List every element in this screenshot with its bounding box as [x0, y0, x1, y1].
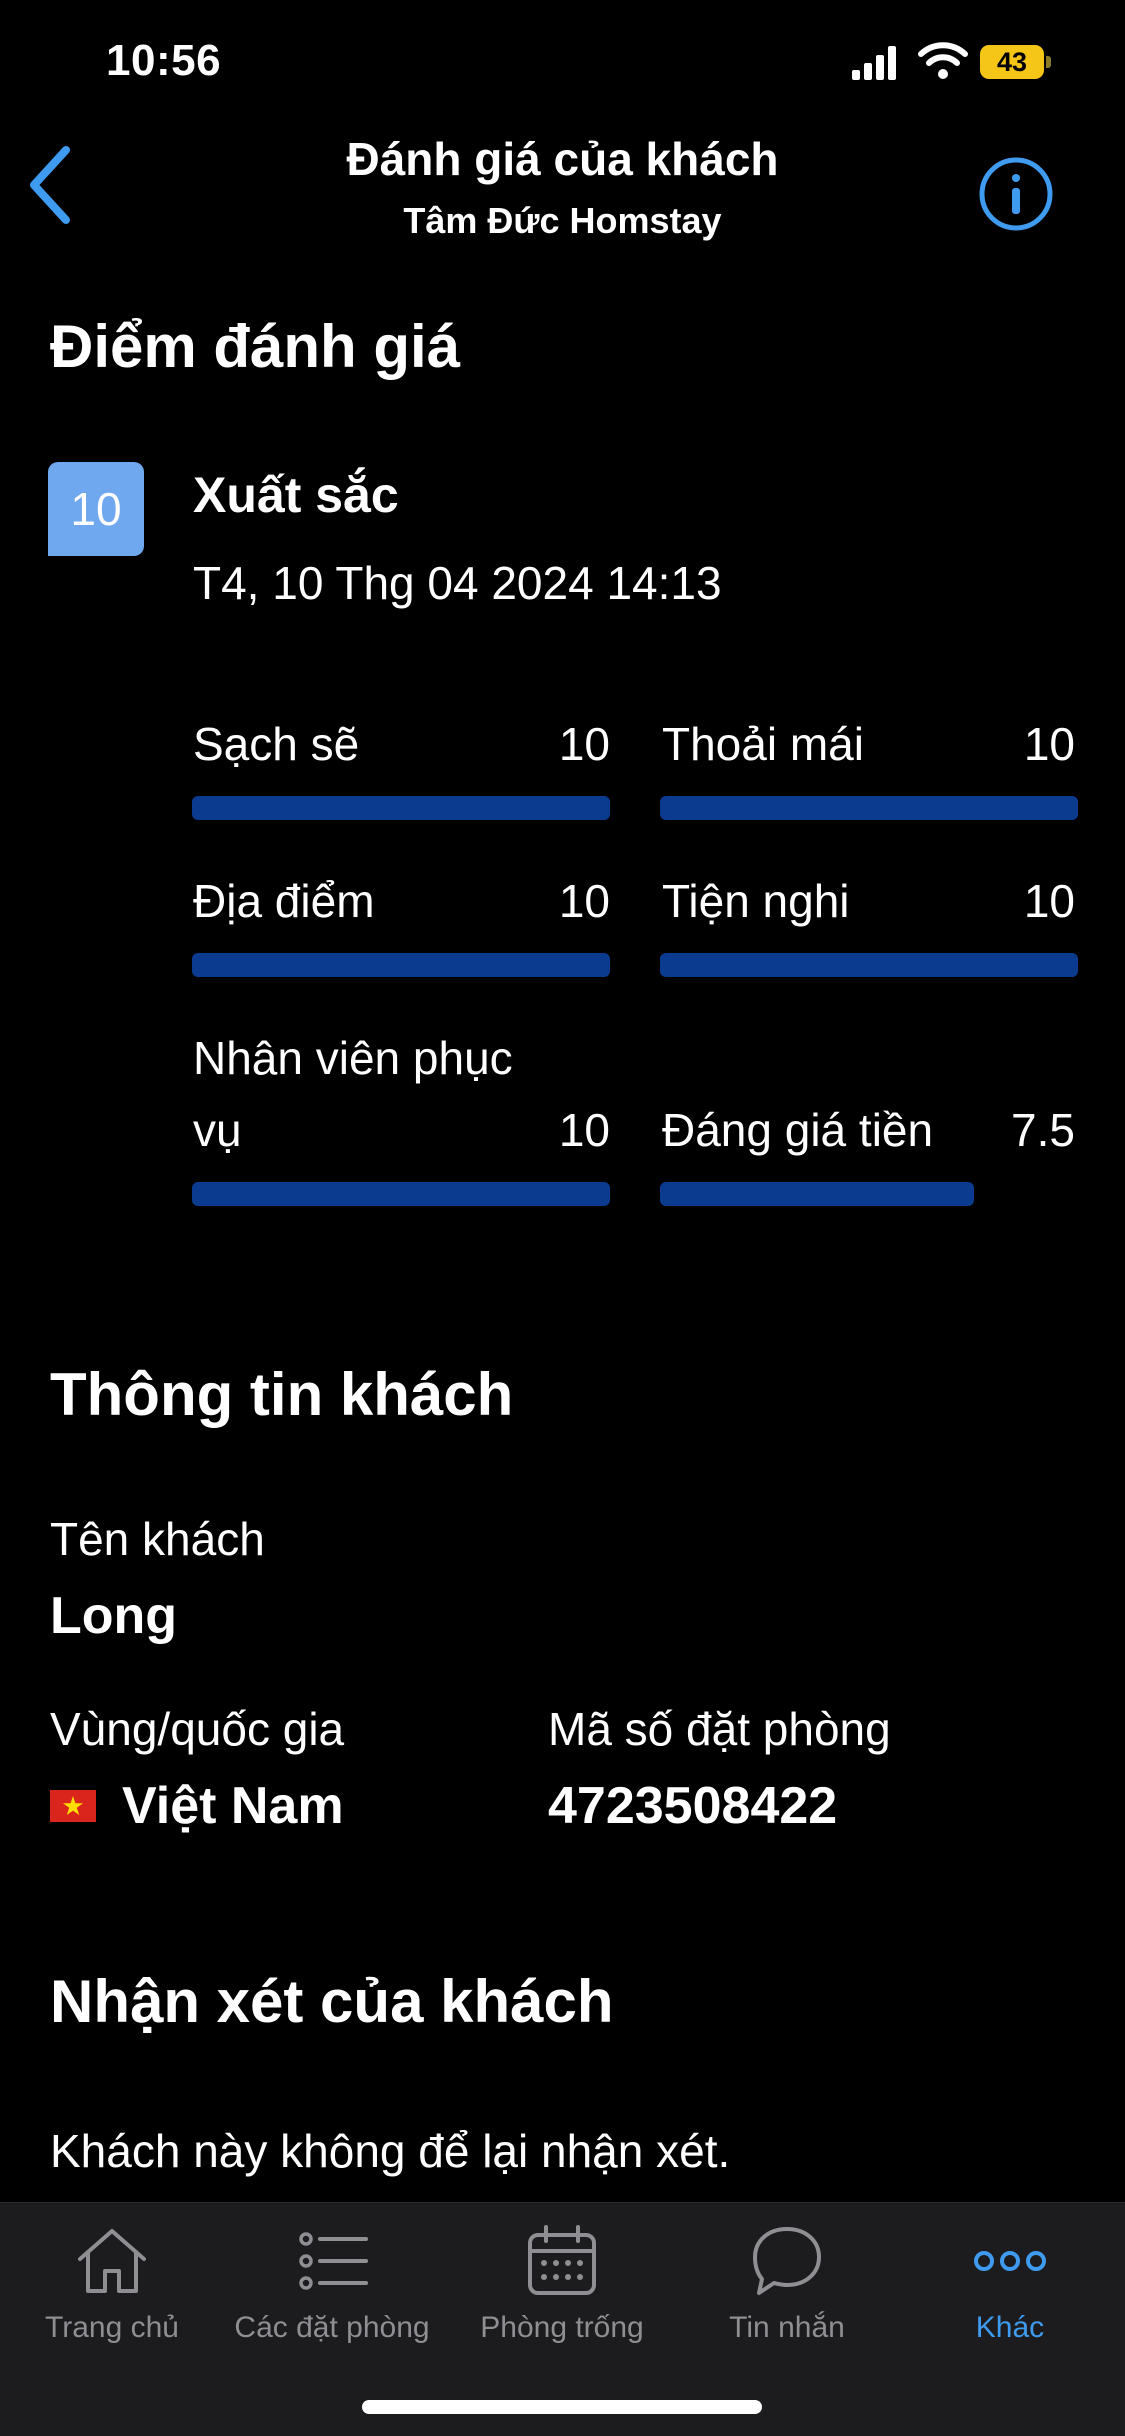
tab-home[interactable]: Trang chủ — [2, 2221, 222, 2345]
wifi-icon — [918, 42, 968, 79]
category-bar-staff — [192, 1182, 610, 1206]
tab-messages-label: Tin nhắn — [729, 2311, 845, 2344]
tab-availability-label: Phòng trống — [480, 2311, 644, 2344]
score-badge: 10 — [48, 462, 144, 556]
status-time: 10:56 — [106, 36, 222, 85]
page-subtitle: Tâm Đức Homstay — [403, 200, 722, 241]
category-bar-location — [192, 953, 610, 977]
chat-icon — [753, 2227, 821, 2295]
guest-country: Việt Nam — [122, 1777, 344, 1835]
home-icon — [78, 2229, 146, 2293]
category-bar-comfort — [660, 796, 1078, 820]
page-title: Đánh giá của khách — [346, 133, 779, 185]
country-label: Vùng/quốc gia — [50, 1703, 345, 1755]
home-indicator — [362, 2400, 762, 2414]
guest-info-heading: Thông tin khách — [50, 1361, 514, 1428]
tab-messages[interactable]: Tin nhắn — [677, 2221, 897, 2345]
category-label-staff-line2: vụ — [193, 1104, 242, 1156]
category-value-facilities: 10 — [1023, 875, 1075, 927]
review-heading: Nhận xét của khách — [50, 1968, 614, 2035]
tab-bookings[interactable]: Các đặt phòng — [222, 2221, 442, 2345]
category-label-value-for-money: Đáng giá tiền — [662, 1104, 934, 1156]
category-bar-facilities — [660, 953, 1078, 977]
battery-icon: 43 — [980, 45, 1052, 79]
tab-home-label: Trang chủ — [45, 2311, 179, 2344]
list-icon — [299, 2232, 368, 2290]
category-label-comfort: Thoải mái — [662, 718, 864, 770]
guest-name: Long — [50, 1587, 178, 1645]
score-word: Xuất sắc — [193, 467, 399, 523]
more-icon — [974, 2251, 1046, 2271]
category-label-staff-line1: Nhân viên phục — [193, 1032, 513, 1084]
review-text: Khách này không để lại nhận xét. — [50, 2125, 731, 2177]
category-value-cleanliness: 10 — [558, 718, 610, 770]
category-label-facilities: Tiện nghi — [662, 875, 850, 927]
booking-number[interactable]: 4723508422 — [548, 1776, 837, 1836]
review-date: T4, 10 Thg 04 2024 14:13 — [193, 557, 722, 609]
vietnam-flag-icon — [50, 1790, 96, 1822]
guest-name-label: Tên khách — [50, 1513, 265, 1565]
category-bar-value-for-money — [660, 1182, 974, 1206]
tab-more-label: Khác — [975, 2311, 1045, 2344]
category-bar-cleanliness — [192, 796, 610, 820]
category-value-comfort: 10 — [1023, 718, 1075, 770]
tab-bookings-label: Các đặt phòng — [234, 2311, 430, 2344]
tab-more[interactable]: Khác — [900, 2221, 1120, 2345]
info-icon[interactable] — [978, 156, 1054, 232]
category-label-location: Địa điểm — [193, 875, 375, 927]
category-label-cleanliness: Sạch sẽ — [193, 718, 360, 770]
cellular-signal-icon — [852, 46, 896, 80]
category-value-value-for-money: 7.5 — [1011, 1104, 1075, 1156]
category-value-staff: 10 — [558, 1104, 610, 1156]
tab-availability[interactable]: Phòng trống — [452, 2221, 672, 2345]
battery-level: 43 — [996, 47, 1028, 77]
calendar-icon — [528, 2225, 596, 2295]
category-value-location: 10 — [558, 875, 610, 927]
rating-heading: Điểm đánh giá — [50, 313, 461, 380]
booking-number-label: Mã số đặt phòng — [548, 1703, 891, 1755]
